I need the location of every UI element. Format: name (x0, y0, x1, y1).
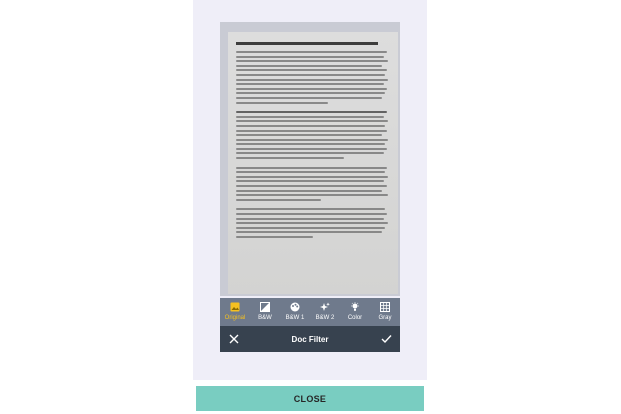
scanned-page-image (228, 32, 398, 294)
screen: Original B&W B&W 1 B&W 2 Color Gray Doc … (0, 0, 621, 414)
filter-label: Gray (378, 315, 392, 321)
filter-gray[interactable]: Gray (370, 298, 400, 326)
close-button[interactable]: CLOSE (196, 386, 424, 411)
filter-label: Color (347, 315, 363, 321)
filter-label: B&W 2 (315, 315, 335, 321)
filter-bw1[interactable]: B&W 1 (280, 298, 310, 326)
image-icon (230, 301, 241, 312)
filter-bottom-bar: Doc Filter (220, 326, 400, 352)
filter-label: B&W (258, 315, 272, 321)
filter-bw[interactable]: B&W (250, 298, 280, 326)
bulb-icon (350, 301, 361, 312)
palette-icon (290, 301, 301, 312)
close-icon[interactable] (228, 333, 240, 345)
filter-label: Original (224, 315, 246, 321)
bottom-bar-title: Doc Filter (291, 334, 329, 344)
filter-bw2[interactable]: B&W 2 (310, 298, 340, 326)
grid-icon (380, 301, 391, 312)
bw-icon (260, 301, 271, 312)
check-icon[interactable] (380, 333, 392, 345)
filter-original[interactable]: Original (220, 298, 250, 326)
filter-label: B&W 1 (285, 315, 305, 321)
filter-color[interactable]: Color (340, 298, 370, 326)
filter-toolbar: Original B&W B&W 1 B&W 2 Color Gray (220, 298, 400, 326)
doc-heading-line (236, 42, 378, 45)
document-preview (220, 22, 400, 296)
sparkle-icon (320, 301, 331, 312)
